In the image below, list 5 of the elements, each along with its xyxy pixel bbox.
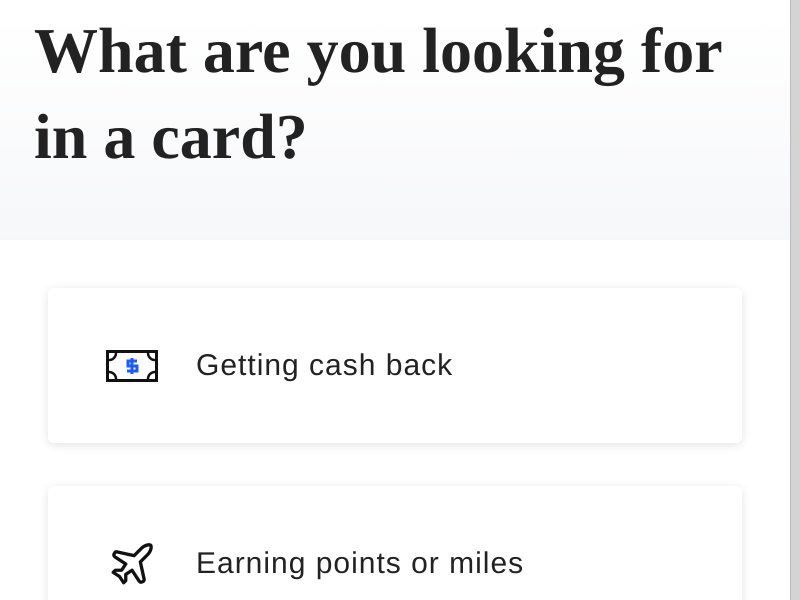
option-card[interactable]: Earning points or miles (48, 486, 742, 600)
cash-icon (106, 350, 158, 382)
option-card[interactable]: Getting cash back (48, 288, 742, 443)
scrollbar[interactable] (790, 0, 800, 600)
page-heading: What are you looking for in a card? (34, 14, 722, 174)
